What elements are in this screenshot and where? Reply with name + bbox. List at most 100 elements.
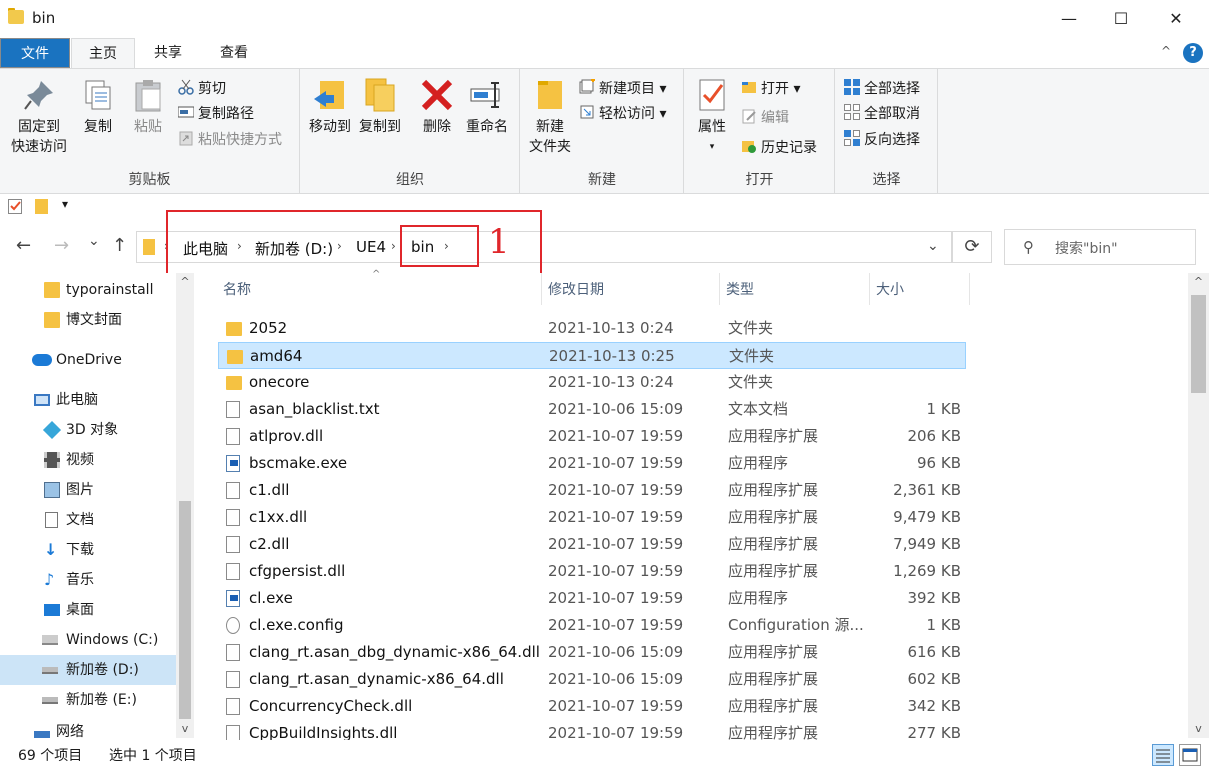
file-row[interactable]: c1xx.dll 2021-10-07 19:59 应用程序扩展 9,479 KB xyxy=(218,504,966,531)
network-icon xyxy=(34,731,50,738)
copy-path-icon xyxy=(177,104,195,120)
sidebar-item-this-pc[interactable]: 此电脑 xyxy=(0,385,176,415)
file-row[interactable]: asan_blacklist.txt 2021-10-06 15:09 文本文档 1 … xyxy=(218,396,966,423)
forward-button[interactable]: → xyxy=(54,235,69,256)
copy-path-button[interactable]: 复制路径 xyxy=(177,102,254,126)
tab-share[interactable]: 共享 xyxy=(137,38,199,68)
file-row[interactable]: clang_rt.asan_dynamic-x86_64.dll 2021-10-… xyxy=(218,666,966,693)
pin-quick-access-button[interactable]: 固定到 快速访问 xyxy=(6,77,72,157)
sidebar-item-music[interactable]: ♪ 音乐 xyxy=(0,565,176,595)
collapse-ribbon-icon[interactable]: ^ xyxy=(1161,44,1171,58)
sidebar-item-pictures[interactable]: 图片 xyxy=(0,475,176,505)
window-title: bin xyxy=(32,9,56,27)
move-to-button[interactable]: 移动到 xyxy=(305,77,355,137)
copy-button[interactable]: 复制 xyxy=(76,77,120,137)
scroll-down-icon[interactable]: v xyxy=(1188,720,1209,738)
desktop-icon xyxy=(44,604,60,616)
file-row[interactable]: c1.dll 2021-10-07 19:59 应用程序扩展 2,361 KB xyxy=(218,477,966,504)
edit-button[interactable]: 编辑 xyxy=(741,106,789,130)
help-icon[interactable]: ? xyxy=(1183,43,1203,63)
scroll-down-icon[interactable]: v xyxy=(176,720,194,738)
file-row[interactable]: cl.exe.config 2021-10-07 19:59 Configurati… xyxy=(218,612,966,639)
properties-check-icon[interactable] xyxy=(8,199,22,214)
up-button[interactable]: ↑ xyxy=(112,235,127,256)
qat-dropdown-icon[interactable]: ▾ xyxy=(62,197,68,211)
tab-home[interactable]: 主页 xyxy=(71,38,135,68)
file-row[interactable]: c2.dll 2021-10-07 19:59 应用程序扩展 7,949 KB xyxy=(218,531,966,558)
search-box[interactable]: ⚲ 搜索"bin" xyxy=(1004,229,1196,265)
large-icons-view-button[interactable] xyxy=(1179,744,1201,766)
invert-selection-button[interactable]: 反向选择 xyxy=(844,128,920,152)
copy-to-button[interactable]: 复制到 xyxy=(355,77,405,137)
file-row[interactable]: cl.exe 2021-10-07 19:59 应用程序 392 KB xyxy=(218,585,966,612)
file-type: 应用程序扩展 xyxy=(728,643,819,661)
refresh-button[interactable]: ⟳ xyxy=(952,231,992,263)
scroll-up-icon[interactable]: ^ xyxy=(176,273,194,291)
recent-locations-button[interactable]: ⌄ xyxy=(88,233,100,249)
sidebar-item-desktop[interactable]: 桌面 xyxy=(0,595,176,625)
address-dropdown-icon[interactable]: ⌄ xyxy=(927,238,939,254)
column-date[interactable]: 修改日期 xyxy=(542,273,720,305)
file-row[interactable]: 2052 2021-10-13 0:24 文件夹 xyxy=(218,315,966,342)
file-row[interactable]: amd64 2021-10-13 0:25 文件夹 xyxy=(218,342,966,369)
sidebar-item-3d-objects[interactable]: 3D 对象 xyxy=(0,415,176,445)
file-size: 1,269 KB xyxy=(893,562,961,580)
sidebar-item-windows-c[interactable]: Windows (C:) xyxy=(0,625,176,655)
invert-selection-label: 反向选择 xyxy=(864,132,920,148)
column-size[interactable]: 大小 xyxy=(870,273,970,305)
column-type[interactable]: 类型 xyxy=(720,273,870,305)
sidebar-item-documents[interactable]: 文档 xyxy=(0,505,176,535)
file-row[interactable]: clang_rt.asan_dbg_dynamic-x86_64.dll 2021… xyxy=(218,639,966,666)
history-label: 历史记录 xyxy=(761,140,817,156)
file-scroll-thumb[interactable] xyxy=(1191,295,1206,393)
file-row[interactable]: onecore 2021-10-13 0:24 文件夹 xyxy=(218,369,966,396)
file-row[interactable]: bscmake.exe 2021-10-07 19:59 应用程序 96 KB xyxy=(218,450,966,477)
details-view-button[interactable] xyxy=(1152,744,1174,766)
file-list-scrollbar[interactable]: ^ v xyxy=(1188,273,1209,738)
select-all-button[interactable]: 全部选择 xyxy=(844,77,920,101)
delete-button[interactable]: 删除 xyxy=(417,77,457,137)
tab-file[interactable]: 文件 xyxy=(0,38,70,68)
new-folder-button[interactable]: 新建 文件夹 xyxy=(525,77,575,157)
sidebar-item-typorainstall[interactable]: typorainstall xyxy=(0,275,176,305)
open-group: 属性 ▾ 打开 ▾ 编辑 历史记录 打开 xyxy=(685,69,835,193)
properties-button[interactable]: 属性 ▾ xyxy=(689,77,735,157)
file-name: c2.dll xyxy=(249,535,290,553)
close-button[interactable]: ✕ xyxy=(1150,0,1202,38)
file-row[interactable]: ConcurrencyCheck.dll 2021-10-07 19:59 应用程序… xyxy=(218,693,966,720)
file-row[interactable]: atlprov.dll 2021-10-07 19:59 应用程序扩展 206 KB xyxy=(218,423,966,450)
rename-button[interactable]: 重命名 xyxy=(461,77,513,137)
select-group: 全部选择 全部取消 反向选择 选择 xyxy=(836,69,938,193)
back-button[interactable]: ← xyxy=(16,235,31,256)
column-name[interactable]: 名称 xyxy=(217,273,542,305)
tab-view[interactable]: 查看 xyxy=(203,38,265,68)
easy-access-button[interactable]: 轻松访问 ▾ xyxy=(579,102,666,126)
select-none-button[interactable]: 全部取消 xyxy=(844,102,920,126)
paste-button[interactable]: 粘贴 xyxy=(126,77,170,137)
search-input[interactable]: 搜索"bin" xyxy=(1055,238,1118,258)
nav-scroll-thumb[interactable] xyxy=(179,501,191,719)
new-item-button[interactable]: 新建项目 ▾ xyxy=(579,77,666,101)
sidebar-item-drive-e[interactable]: 新加卷 (E:) xyxy=(0,685,176,715)
sidebar-item-network[interactable]: 网络 xyxy=(0,723,176,738)
sidebar-item-downloads[interactable]: ↓ 下载 xyxy=(0,535,176,565)
maximize-button[interactable]: ☐ xyxy=(1095,0,1147,38)
sidebar-item-blog-cover[interactable]: 博文封面 xyxy=(0,305,176,335)
drive-icon xyxy=(42,667,58,674)
minimize-button[interactable]: — xyxy=(1043,0,1095,38)
copy-to-label: 复制到 xyxy=(359,119,401,135)
picture-icon xyxy=(44,482,60,498)
qat-folder-icon[interactable] xyxy=(35,199,48,214)
sidebar-item-videos[interactable]: 视频 xyxy=(0,445,176,475)
scroll-up-icon[interactable]: ^ xyxy=(1188,273,1209,291)
paste-shortcut-button[interactable]: 粘贴快捷方式 xyxy=(178,128,282,152)
file-name: c1.dll xyxy=(249,481,290,499)
open-button[interactable]: 打开 ▾ xyxy=(741,77,800,101)
history-button[interactable]: 历史记录 xyxy=(741,136,817,160)
file-row[interactable]: cfgpersist.dll 2021-10-07 19:59 应用程序扩展 1,26… xyxy=(218,558,966,585)
cut-button[interactable]: 剪切 xyxy=(178,77,226,101)
sidebar-item-onedrive[interactable]: OneDrive xyxy=(0,345,176,375)
nav-pane-scrollbar[interactable]: ^ v xyxy=(176,273,194,738)
file-type: 文件夹 xyxy=(728,319,774,337)
sidebar-item-drive-d[interactable]: 新加卷 (D:) xyxy=(0,655,176,685)
